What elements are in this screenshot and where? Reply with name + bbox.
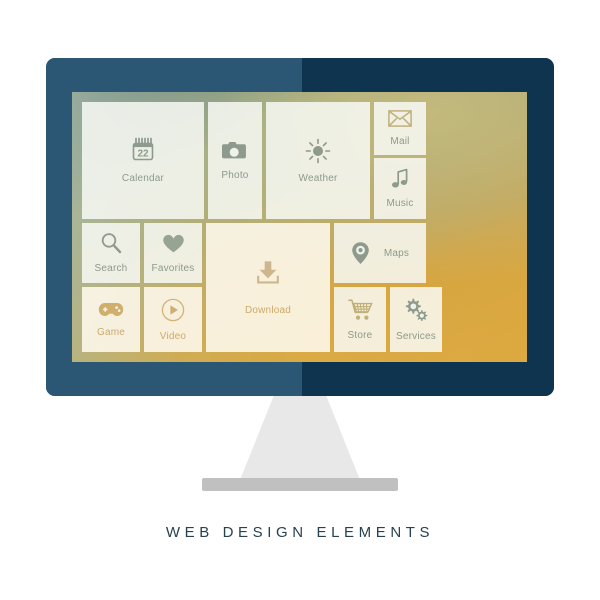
envelope-icon: [388, 110, 412, 127]
illustration-canvas: 22 Calendar Photo Weather Mail Music Sea…: [0, 0, 600, 600]
cart-icon: [347, 299, 373, 321]
monitor-device: 22 Calendar Photo Weather Mail Music Sea…: [46, 58, 554, 396]
monitor-stand-base: [202, 478, 398, 491]
tile-label: Maps: [383, 247, 410, 259]
tile-photo[interactable]: Photo: [208, 102, 262, 219]
tile-label: Video: [159, 330, 187, 342]
page-title: WEB DESIGN ELEMENTS: [165, 524, 435, 541]
tile-favorites[interactable]: Favorites: [144, 223, 202, 283]
download-icon: [255, 260, 281, 285]
map-pin-icon: [351, 241, 370, 265]
camera-icon: [222, 140, 248, 161]
heart-icon: [162, 233, 185, 254]
tile-store[interactable]: Store: [334, 287, 386, 352]
tile-weather[interactable]: Weather: [266, 102, 370, 219]
tile-label: Services: [396, 330, 436, 342]
gamepad-icon: [98, 301, 124, 318]
play-circle-icon: [161, 298, 185, 322]
sun-icon: [305, 138, 331, 164]
music-note-icon: [391, 168, 410, 189]
tile-label: Photo: [221, 170, 249, 181]
gears-icon: [403, 298, 429, 322]
tile-game[interactable]: Game: [82, 287, 140, 352]
tile-music[interactable]: Music: [374, 158, 426, 219]
tile-label: Search: [94, 263, 128, 274]
magnifier-icon: [100, 232, 122, 254]
tile-label: Store: [347, 329, 373, 341]
calendar-date-badge: 22: [137, 149, 149, 160]
tile-label: Music: [386, 198, 414, 209]
tile-download[interactable]: Download: [206, 223, 330, 352]
tile-video[interactable]: Video: [144, 287, 202, 352]
calendar-icon: 22: [130, 137, 156, 164]
tile-label: Game: [96, 327, 126, 338]
tile-label: Favorites: [151, 262, 195, 274]
tile-label: Mail: [390, 136, 410, 147]
tile-label: Weather: [298, 172, 338, 184]
tile-label: Calendar: [121, 173, 165, 184]
tile-maps[interactable]: Maps: [334, 223, 426, 283]
monitor-screen: 22 Calendar Photo Weather Mail Music Sea…: [72, 92, 527, 362]
tile-label: Download: [244, 304, 292, 316]
tile-mail[interactable]: Mail: [374, 102, 426, 155]
tile-search[interactable]: Search: [82, 223, 140, 283]
tile-grid: 22 Calendar Photo Weather Mail Music Sea…: [72, 92, 527, 362]
tile-services[interactable]: Services: [390, 287, 442, 352]
tile-calendar[interactable]: 22 Calendar: [82, 102, 204, 219]
monitor-stand-neck: [240, 396, 360, 480]
